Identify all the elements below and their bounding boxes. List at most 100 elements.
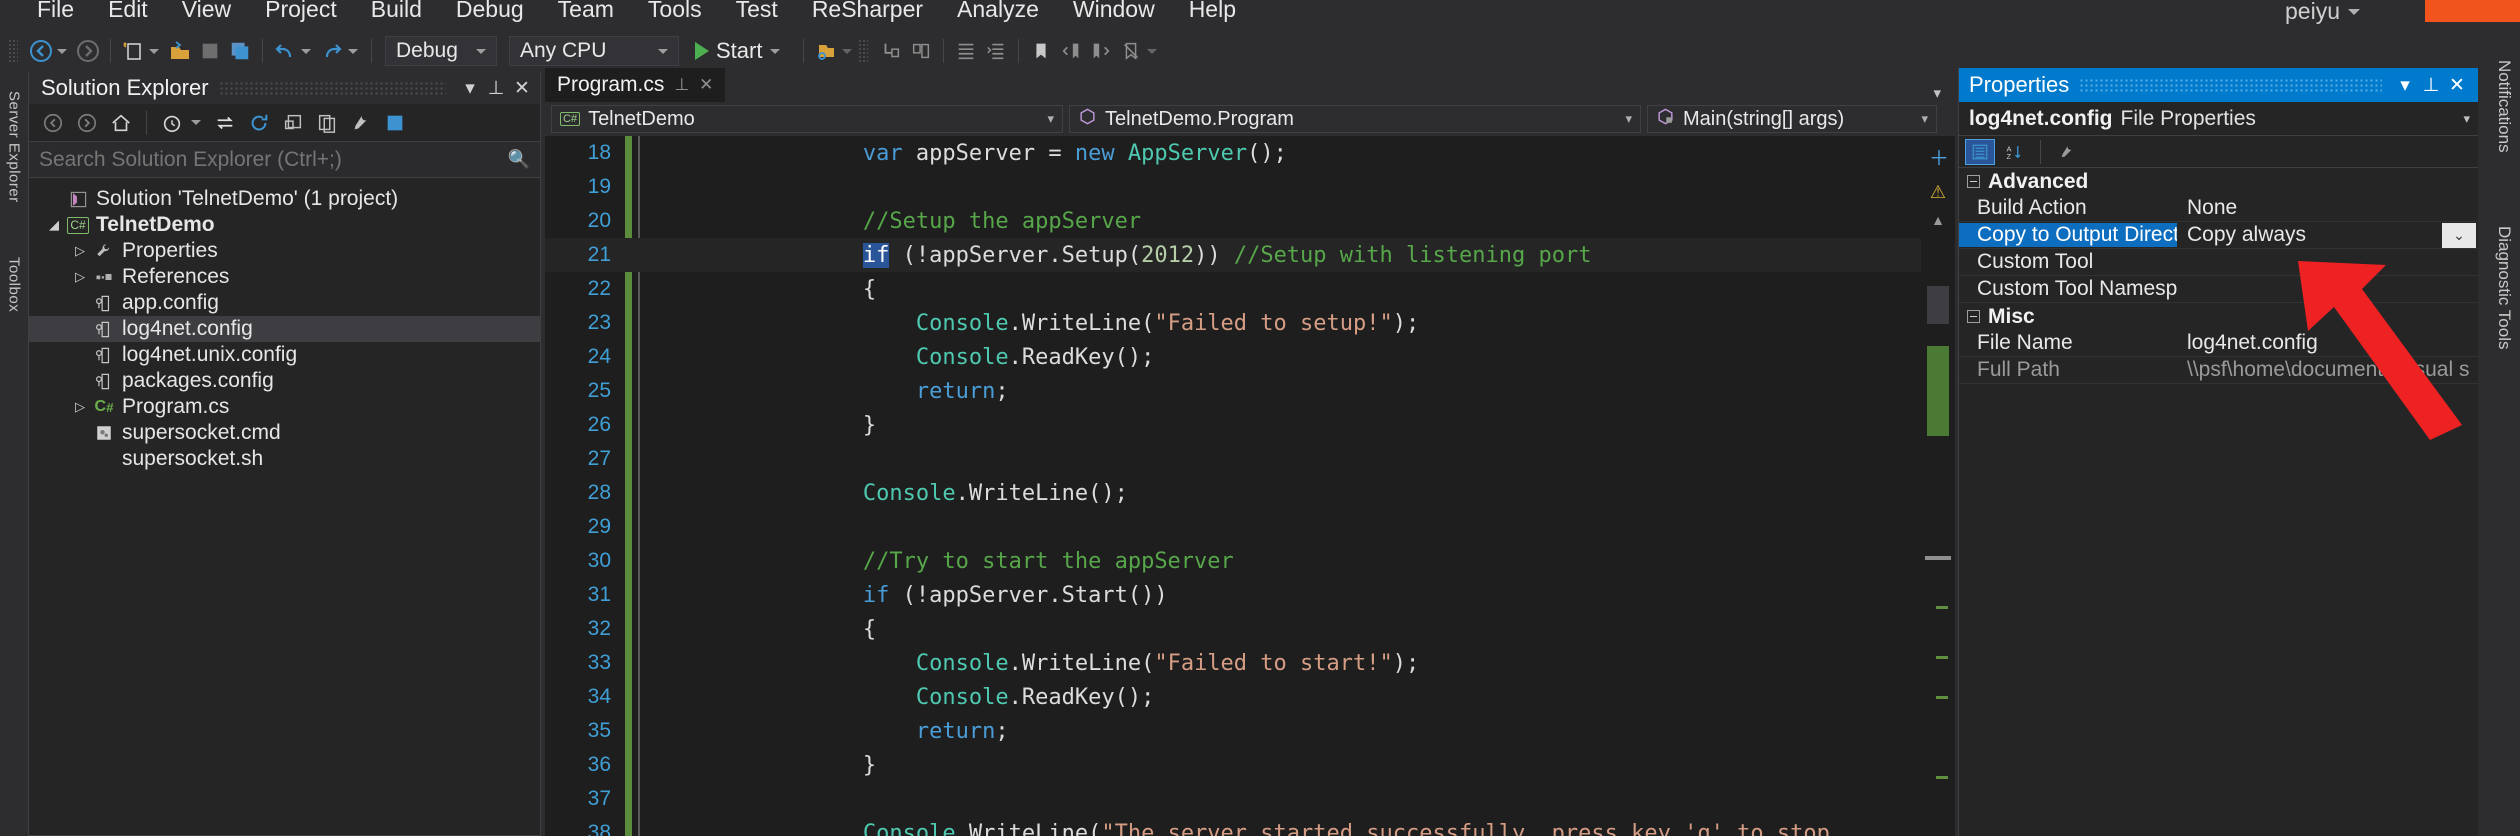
tree-item-supersocket-sh[interactable]: supersocket.sh xyxy=(29,446,540,472)
property-row[interactable]: File Name log4net.config xyxy=(1959,330,2478,357)
property-value[interactable]: log4net.config xyxy=(2177,331,2478,355)
bookmark-icon[interactable] xyxy=(1026,36,1056,66)
chevron-down-icon[interactable]: ▾ xyxy=(1933,84,1941,102)
pin-icon[interactable]: ⊥ xyxy=(484,77,508,100)
menu-item-edit[interactable]: Edit xyxy=(91,0,165,22)
menu-item-window[interactable]: Window xyxy=(1056,0,1172,22)
menu-item-debug[interactable]: Debug xyxy=(439,0,541,22)
tree-item-log4net-unix-config[interactable]: log4net.unix.config xyxy=(29,342,540,368)
search-input[interactable] xyxy=(39,147,504,172)
chevron-down-icon[interactable] xyxy=(191,120,201,125)
twisty-collapsed-icon[interactable]: ▷ xyxy=(69,399,91,415)
open-folder-icon[interactable] xyxy=(165,36,195,66)
code-line[interactable]: 28 Console.WriteLine(); xyxy=(545,476,1955,510)
property-pages-icon[interactable] xyxy=(2052,139,2082,165)
tree-item-packages-config[interactable]: packages.config xyxy=(29,368,540,394)
navbar-member-combo[interactable]: Main(string[] args) ▾ xyxy=(1647,105,1937,133)
menu-item-analyze[interactable]: Analyze xyxy=(940,0,1056,22)
code-line[interactable]: 29 xyxy=(545,510,1955,544)
next-bookmark-icon[interactable] xyxy=(1086,36,1116,66)
navbar-project-combo[interactable]: C# TelnetDemo ▾ xyxy=(551,105,1063,133)
search-icon[interactable]: 🔍 xyxy=(508,149,530,170)
tab-program-cs[interactable]: Program.cs ⊥ ✕ xyxy=(545,68,726,102)
code-line[interactable]: 35 return; xyxy=(545,714,1955,748)
editor-scroll-margin[interactable]: ＋ ⚠ ▲ xyxy=(1921,136,1955,836)
code-line[interactable]: 32 { xyxy=(545,612,1955,646)
menu-item-test[interactable]: Test xyxy=(719,0,795,22)
property-value[interactable]: Copy always xyxy=(2177,223,2442,247)
property-row[interactable]: Custom Tool xyxy=(1959,249,2478,276)
chevron-down-icon[interactable]: ▾ xyxy=(2463,111,2470,127)
account-area[interactable]: peiyu xyxy=(2285,0,2360,25)
code-line[interactable]: 33 Console.WriteLine("Failed to start!")… xyxy=(545,646,1955,680)
pending-changes-icon[interactable] xyxy=(156,108,188,138)
sidebar-tab-server-explorer[interactable]: Server Explorer xyxy=(0,72,28,222)
previous-bookmark-icon[interactable] xyxy=(1056,36,1086,66)
arrow-left-circle-icon[interactable] xyxy=(26,36,56,66)
step-into-icon[interactable] xyxy=(876,36,906,66)
menu-item-view[interactable]: View xyxy=(165,0,248,22)
scrollbar-thumb[interactable] xyxy=(1927,286,1949,324)
property-row[interactable]: Custom Tool Namespace xyxy=(1959,276,2478,303)
start-debug-button[interactable]: Start xyxy=(685,36,796,66)
code-line[interactable]: 20 //Setup the appServer xyxy=(545,204,1955,238)
categorized-icon[interactable] xyxy=(1965,138,1995,165)
close-icon[interactable]: ✕ xyxy=(699,75,713,95)
tree-item-project[interactable]: ◢ C# TelnetDemo xyxy=(29,212,540,238)
solution-explorer-search[interactable]: 🔍 xyxy=(29,142,540,178)
collapse-all-icon[interactable] xyxy=(277,108,309,138)
chevron-down-icon[interactable] xyxy=(1147,48,1158,54)
twisty-expanded-icon[interactable]: ◢ xyxy=(43,217,65,233)
property-value[interactable]: None xyxy=(2177,196,2478,220)
code-line[interactable]: 36 } xyxy=(545,748,1955,782)
property-row[interactable]: Build Action None xyxy=(1959,195,2478,222)
menu-item-help[interactable]: Help xyxy=(1172,0,1253,22)
solution-platform-combo[interactable]: Any CPU xyxy=(509,36,679,66)
toolbar-grip[interactable] xyxy=(8,39,18,63)
chevron-down-icon[interactable] xyxy=(842,48,853,54)
home-icon[interactable] xyxy=(105,108,137,138)
menu-item-file[interactable]: File xyxy=(20,0,91,22)
property-row[interactable]: Copy to Output DirectoryCopy always⌄ xyxy=(1959,222,2478,249)
chevron-up-icon[interactable]: ▲ xyxy=(1929,212,1947,228)
sync-icon[interactable] xyxy=(209,108,241,138)
code-line[interactable]: 19 xyxy=(545,170,1955,204)
arrow-right-circle-icon[interactable] xyxy=(73,36,103,66)
expander-icon[interactable] xyxy=(1967,310,1980,323)
code-line[interactable]: 22 { xyxy=(545,272,1955,306)
zoom-plus-icon[interactable]: ＋ xyxy=(1929,142,1949,171)
sidebar-tab-notifications[interactable]: Notifications xyxy=(2484,60,2514,153)
code-line[interactable]: 26 } xyxy=(545,408,1955,442)
tree-item-supersocket-cmd[interactable]: supersocket.cmd xyxy=(29,420,540,446)
show-all-files-icon[interactable] xyxy=(311,108,343,138)
redo-icon[interactable] xyxy=(317,36,347,66)
sidebar-tab-toolbox[interactable]: Toolbox xyxy=(0,230,28,340)
menu-item-tools[interactable]: Tools xyxy=(631,0,719,22)
indent-icon[interactable] xyxy=(951,36,981,66)
chevron-down-icon[interactable] xyxy=(149,48,159,54)
alphabetical-icon[interactable]: AZ xyxy=(1999,139,2029,165)
chevron-down-icon[interactable] xyxy=(770,48,781,54)
chevron-down-icon[interactable] xyxy=(301,48,311,54)
pin-icon[interactable]: ⊥ xyxy=(2418,74,2444,97)
forward-icon[interactable] xyxy=(71,108,103,138)
tree-item-references[interactable]: ▷ References xyxy=(29,264,540,290)
close-icon[interactable]: ✕ xyxy=(2444,74,2470,97)
code-line[interactable]: 18 var appServer = new AppServer(); xyxy=(545,136,1955,170)
toolbar-grip[interactable] xyxy=(858,39,869,63)
property-value[interactable]: \\psf\home\documents\visual s xyxy=(2177,358,2478,382)
refresh-icon[interactable] xyxy=(243,108,275,138)
feedback-chip[interactable] xyxy=(2425,0,2520,22)
menu-item-resharper[interactable]: ReSharper xyxy=(795,0,940,22)
chevron-down-icon[interactable] xyxy=(57,48,67,54)
property-row[interactable]: Full Path \\psf\home\documents\visual s xyxy=(1959,357,2478,384)
new-file-icon[interactable] xyxy=(118,36,148,66)
code-line[interactable]: 38 Console.WriteLine("The server started… xyxy=(545,816,1955,836)
chevron-down-icon[interactable]: ▾ xyxy=(2392,74,2418,97)
twisty-collapsed-icon[interactable]: ▷ xyxy=(69,269,91,285)
code-line[interactable]: 24 Console.ReadKey(); xyxy=(545,340,1955,374)
tree-item-log4net-config[interactable]: log4net.config xyxy=(29,316,540,342)
code-line[interactable]: 27 xyxy=(545,442,1955,476)
properties-icon[interactable] xyxy=(345,108,377,138)
tree-item-app-config[interactable]: app.config xyxy=(29,290,540,316)
